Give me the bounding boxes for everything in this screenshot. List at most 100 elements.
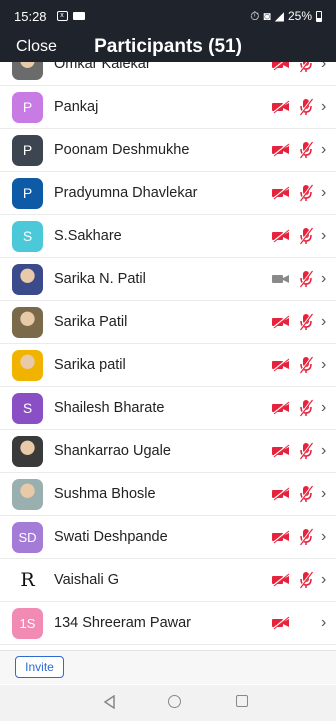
participant-row[interactable]: S S.Sakhare › (0, 215, 336, 258)
video-off-icon (271, 229, 290, 243)
video-on-icon (271, 272, 290, 286)
back-icon[interactable] (103, 695, 117, 709)
mic-muted-icon (299, 399, 313, 417)
avatar: SD (12, 521, 43, 553)
mic-muted-icon (299, 313, 313, 331)
participant-name: Omkar Kalekar (54, 62, 151, 72)
chevron-right-icon[interactable]: › (321, 62, 326, 73)
video-off-icon (271, 62, 290, 71)
chevron-right-icon[interactable]: › (321, 442, 326, 460)
chevron-right-icon[interactable]: › (321, 571, 326, 589)
video-off-icon (271, 186, 290, 200)
headset-icon: ◙ (263, 9, 271, 23)
camera-notification-icon (72, 12, 85, 20)
avatar-photo (12, 478, 43, 510)
chevron-right-icon[interactable]: › (321, 184, 326, 202)
participant-list: Omkar Kalekar › P Pankaj › P Poonam Deshmukhe ›… (0, 62, 336, 650)
participant-row[interactable]: Shankarrao Ugale › (0, 430, 336, 473)
participant-name: Shailesh Bharate (54, 400, 165, 416)
mic-muted-icon (299, 571, 313, 589)
avatar: 1S (12, 607, 43, 639)
mic-muted-icon (299, 528, 313, 546)
participant-name: Poonam Deshmukhe (54, 142, 190, 158)
avatar: R (12, 564, 43, 596)
video-off-icon (271, 401, 290, 415)
avatar: P (12, 134, 43, 166)
participant-name: 134 Shreeram Pawar (54, 615, 192, 631)
participant-row[interactable]: Sarika N. Patil › (0, 258, 336, 301)
status-bar: 15:28 x ⏱ ◙ ◢ 25% (0, 0, 336, 32)
avatar: P (12, 177, 43, 209)
participant-row[interactable]: Sarika Patil › (0, 301, 336, 344)
mic-muted-icon (299, 270, 313, 288)
participant-name: Sarika N. Patil (54, 271, 146, 287)
header: Close Participants (51) (0, 32, 336, 62)
participant-row[interactable]: P Pankaj › (0, 86, 336, 129)
mic-muted-icon (299, 62, 313, 73)
participant-name: Pradyumna Dhavlekar (54, 185, 198, 201)
video-off-icon (271, 487, 290, 501)
avatar-photo (12, 263, 43, 295)
participant-name: Shankarrao Ugale (54, 443, 171, 459)
mic-muted-icon (299, 485, 313, 503)
avatar: S (12, 220, 43, 252)
participant-name: Sarika patil (54, 357, 126, 373)
video-off-icon (271, 573, 290, 587)
mic-muted-icon (299, 356, 313, 374)
mic-muted-icon (299, 227, 313, 245)
chevron-right-icon[interactable]: › (321, 614, 326, 632)
participant-name: Vaishali G (54, 572, 120, 588)
avatar: P (12, 91, 43, 123)
avatar: S (12, 392, 43, 424)
avatar-photo (12, 435, 43, 467)
participant-row[interactable]: Sushma Bhosle › (0, 473, 336, 516)
avatar-photo (12, 349, 43, 381)
participant-row[interactable]: R Vaishali G › (0, 559, 336, 602)
participant-row[interactable]: SD Swati Deshpande › (0, 516, 336, 559)
video-off-icon (271, 315, 290, 329)
participant-row[interactable]: Sarika patil › (0, 344, 336, 387)
video-off-icon (271, 358, 290, 372)
chevron-right-icon[interactable]: › (321, 485, 326, 503)
status-right: ⏱ ◙ ◢ 25% (250, 9, 322, 24)
mic-muted-icon (299, 141, 313, 159)
alarm-icon: ⏱ (250, 8, 260, 23)
status-time: 15:28 (14, 8, 47, 24)
android-nav-bar (0, 685, 336, 721)
invite-button[interactable]: Invite (15, 656, 64, 678)
video-off-icon (271, 616, 290, 630)
chevron-right-icon[interactable]: › (321, 313, 326, 331)
participant-row[interactable]: P Poonam Deshmukhe › (0, 129, 336, 172)
participant-name: Pankaj (54, 99, 99, 115)
chevron-right-icon[interactable]: › (321, 270, 326, 288)
participant-name: Swati Deshpande (54, 529, 168, 545)
home-icon[interactable] (168, 695, 181, 708)
recents-icon[interactable] (236, 695, 248, 707)
signal-icon: ◢ (274, 9, 284, 23)
mic-muted-icon (299, 442, 313, 460)
page-title: Participants (51) (94, 36, 242, 57)
participant-name: Sushma Bhosle (54, 486, 156, 502)
participant-row[interactable]: S Shailesh Bharate › (0, 387, 336, 430)
chevron-right-icon[interactable]: › (321, 227, 326, 245)
notification-icon: x (56, 11, 68, 21)
chevron-right-icon[interactable]: › (321, 399, 326, 417)
participant-row[interactable]: P Pradyumna Dhavlekar › (0, 172, 336, 215)
video-off-icon (271, 530, 290, 544)
avatar-photo (12, 306, 43, 338)
chevron-right-icon[interactable]: › (321, 528, 326, 546)
chevron-right-icon[interactable]: › (321, 356, 326, 374)
footer: Invite (0, 650, 336, 684)
participant-row[interactable]: 1S 134 Shreeram Pawar › (0, 602, 336, 645)
chevron-right-icon[interactable]: › (321, 98, 326, 116)
battery-percent: 25% (287, 9, 312, 23)
participant-row[interactable]: Omkar Kalekar › (0, 62, 336, 86)
participant-name: Sarika Patil (54, 314, 128, 330)
video-off-icon (271, 143, 290, 157)
avatar-photo (12, 62, 43, 80)
mic-muted-icon (299, 98, 313, 116)
video-off-icon (271, 444, 290, 458)
chevron-right-icon[interactable]: › (321, 141, 326, 159)
video-off-icon (271, 100, 290, 114)
participant-name: S.Sakhare (54, 228, 122, 244)
